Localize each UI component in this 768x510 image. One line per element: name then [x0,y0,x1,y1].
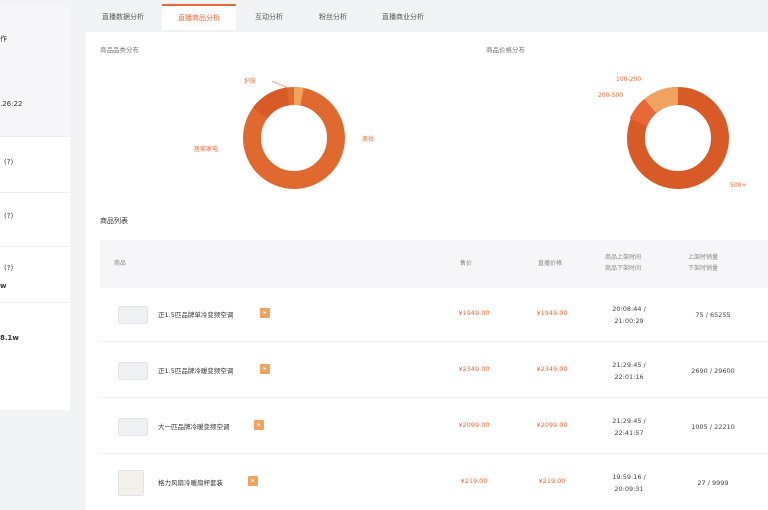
tab-fans[interactable]: 粉丝分析 [302,4,364,30]
th-time: 商品上架时间 商品下架时间 [605,252,641,274]
product-sales: 1005 / 22210 [691,423,735,431]
product-live-price: ¥2349.00 [536,365,568,373]
product-time-off: 21:00:29 [614,317,644,325]
product-sales: 27 / 9999 [697,479,729,487]
table-row[interactable]: 大一匹品牌冷暖变频空调 ▸ ¥2099.00 ¥2099.00 21:29:45… [100,400,768,454]
product-time-on: 21:29:45 / [612,361,646,369]
table-row[interactable]: 正1.5匹品牌单冷变频空调 ▸ ¥1949.00 ¥1949.00 20:08:… [100,288,768,342]
product-price: ¥1949.00 [458,309,490,317]
product-name[interactable]: 格力风扇冷暖扇杯套装 [158,477,223,487]
price-slice-mid [629,99,657,127]
th-sales: 上架时销量 下架时销量 [688,252,718,274]
product-time: 21:29:45 / 22:01:16 [594,359,664,383]
overview-title: 作 [0,35,7,43]
price-label-1: 100-200 [616,76,642,83]
product-time-off: 22:01:16 [614,373,644,381]
product-time-on: 21:29:45 / [612,417,646,425]
product-price: ¥2349.00 [458,365,490,373]
product-thumbnail [118,306,148,324]
product-price: ¥219.00 [460,477,488,485]
product-thumbnail [118,470,144,496]
category-label-1: 护肤 [244,78,257,85]
product-time-on: 19:59:16 / [612,473,646,481]
main-content: 商品品类分布 护肤 居家家电 美妆 商品价格分布 100-200 200-500… [86,32,768,510]
tab-live-product[interactable]: 直播商品分析 [162,4,236,30]
product-thumbnail [118,362,148,380]
metric-value-3: w [0,282,7,290]
product-link-icon[interactable]: ▸ [260,364,270,374]
live-duration: .26:22 [0,100,23,108]
overview-block [0,6,70,136]
category-leader-lines [272,80,289,89]
tab-business[interactable]: 直播商业分析 [366,4,440,30]
tab-interaction[interactable]: 互动分析 [238,4,300,30]
left-panel: 作 .26:22 (?) (?) (?) w 8.1w [0,6,70,410]
product-live-price: ¥219.00 [538,477,566,485]
product-sales: 2690 / 29600 [691,367,735,375]
metric-label-2: (?) [4,212,14,220]
th-product: 商品 [114,260,127,267]
th-sales-1: 上架时销量 [688,254,719,261]
metric-label-3: (?) [4,264,14,272]
th-price: 售价 [460,260,473,267]
metric-value-4: 8.1w [0,334,19,342]
tab-live-data[interactable]: 直播数据分析 [86,4,160,30]
price-chart-title: 商品价格分布 [486,46,525,54]
th-live-price: 直播价格 [538,260,563,267]
product-live-price: ¥2099.00 [536,421,568,429]
price-label-3: 500+ [730,182,747,189]
table-header: 商品 售价 直播价格 商品上架时间 商品下架时间 上架时销量 下架时销量 [100,240,768,288]
table-row[interactable]: 正1.5匹品牌冷暖变频空调 ▸ ¥2349.00 ¥2349.00 21:29:… [100,344,768,398]
th-time-1: 商品上架时间 [605,254,642,261]
product-sales: 75 / 65255 [695,311,731,319]
product-time-off: 20:09:31 [614,485,644,493]
product-time: 21:29:45 / 22:41:57 [594,415,664,439]
th-time-2: 商品下架时间 [605,265,642,272]
table-row[interactable]: 格力风扇冷暖扇杯套装 ▸ ¥219.00 ¥219.00 19:59:16 / … [100,456,768,510]
price-slice-small [644,87,679,114]
tab-bar: 直播数据分析 直播商品分析 互动分析 粉丝分析 直播商业分析 [86,4,442,32]
product-live-price: ¥1949.00 [536,309,568,317]
product-name[interactable]: 正1.5匹品牌单冷变频空调 [158,309,233,319]
product-link-icon[interactable]: ▸ [248,476,258,486]
category-chart-title: 商品品类分布 [100,46,139,54]
product-name[interactable]: 大一匹品牌冷暖变频空调 [158,421,230,431]
price-label-2: 200-500 [598,92,624,99]
product-time-on: 20:08:44 / [612,305,646,313]
price-donut [627,87,729,189]
product-time: 20:08:44 / 21:00:29 [594,303,664,327]
product-thumbnail [118,418,148,436]
product-time-off: 22:41:57 [614,429,644,437]
product-name[interactable]: 正1.5匹品牌冷暖变频空调 [158,365,233,375]
product-link-icon[interactable]: ▸ [260,308,270,318]
product-link-icon[interactable]: ▸ [254,420,264,430]
product-price: ¥2099.00 [458,421,490,429]
metric-label-1: (?) [4,158,14,166]
th-sales-2: 下架时销量 [688,265,719,272]
category-label-2: 居家家电 [194,146,219,153]
product-list-title: 商品列表 [100,217,128,225]
product-time: 19:59:16 / 20:09:31 [594,471,664,495]
